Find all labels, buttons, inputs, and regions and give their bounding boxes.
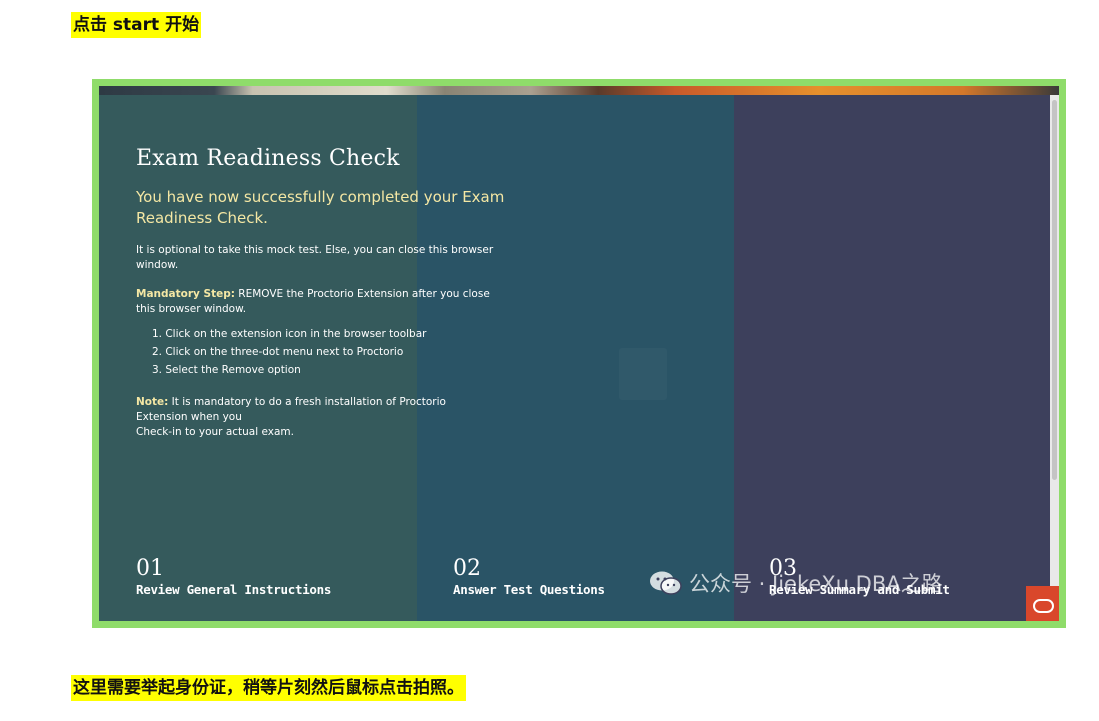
step-number: 01 xyxy=(136,556,164,581)
note-line-3: Check-in to your actual exam. xyxy=(136,426,294,438)
completion-message: You have now successfully completed your… xyxy=(136,188,505,227)
step-label: Review General Instructions xyxy=(136,582,332,597)
scrollbar-thumb[interactable] xyxy=(1052,100,1057,480)
list-item: 3. Select the Remove option xyxy=(152,364,301,376)
decorative-square xyxy=(619,348,667,400)
note-line-1: It is mandatory to do a fresh installati… xyxy=(168,396,446,408)
panel-review-summary xyxy=(734,95,1050,621)
page-title: Exam Readiness Check xyxy=(136,146,400,171)
readiness-content: Exam Readiness Check You have now succes… xyxy=(136,146,516,454)
header-banner xyxy=(99,86,1059,95)
wechat-watermark: 公众号 · JiekeXu DBA之路 xyxy=(649,568,943,598)
top-caption: 点击 start 开始 xyxy=(71,12,202,38)
note-line-2: Extension when you xyxy=(136,411,242,423)
logo-ring xyxy=(1033,599,1054,613)
step-label: Answer Test Questions xyxy=(453,582,605,597)
watermark-text: 公众号 · JiekeXu DBA之路 xyxy=(689,572,943,596)
progress-step-2[interactable]: 02 Answer Test Questions xyxy=(453,556,605,597)
optional-text: It is optional to take this mock test. E… xyxy=(136,244,494,271)
mandatory-step: Mandatory Step: REMOVE the Proctorio Ext… xyxy=(136,287,496,317)
step-number: 02 xyxy=(453,556,481,581)
list-item: 2. Click on the three-dot menu next to P… xyxy=(152,346,404,358)
note-label: Note: xyxy=(136,396,169,408)
screenshot-frame: Exam Readiness Check You have now succes… xyxy=(92,79,1066,628)
progress-step-1[interactable]: 01 Review General Instructions xyxy=(136,556,331,597)
bottom-caption: 这里需要举起身份证，稍等片刻然后鼠标点击拍照。 xyxy=(71,675,466,701)
wechat-icon xyxy=(650,571,682,595)
removal-steps: 1. Click on the extension icon in the br… xyxy=(136,325,516,379)
note: Note: It is mandatory to do a fresh inst… xyxy=(136,395,496,440)
exam-screen: Exam Readiness Check You have now succes… xyxy=(99,86,1059,621)
list-item: 1. Click on the extension icon in the br… xyxy=(152,328,427,340)
mandatory-label: Mandatory Step: xyxy=(136,288,235,300)
oracle-logo-icon xyxy=(1026,586,1059,621)
